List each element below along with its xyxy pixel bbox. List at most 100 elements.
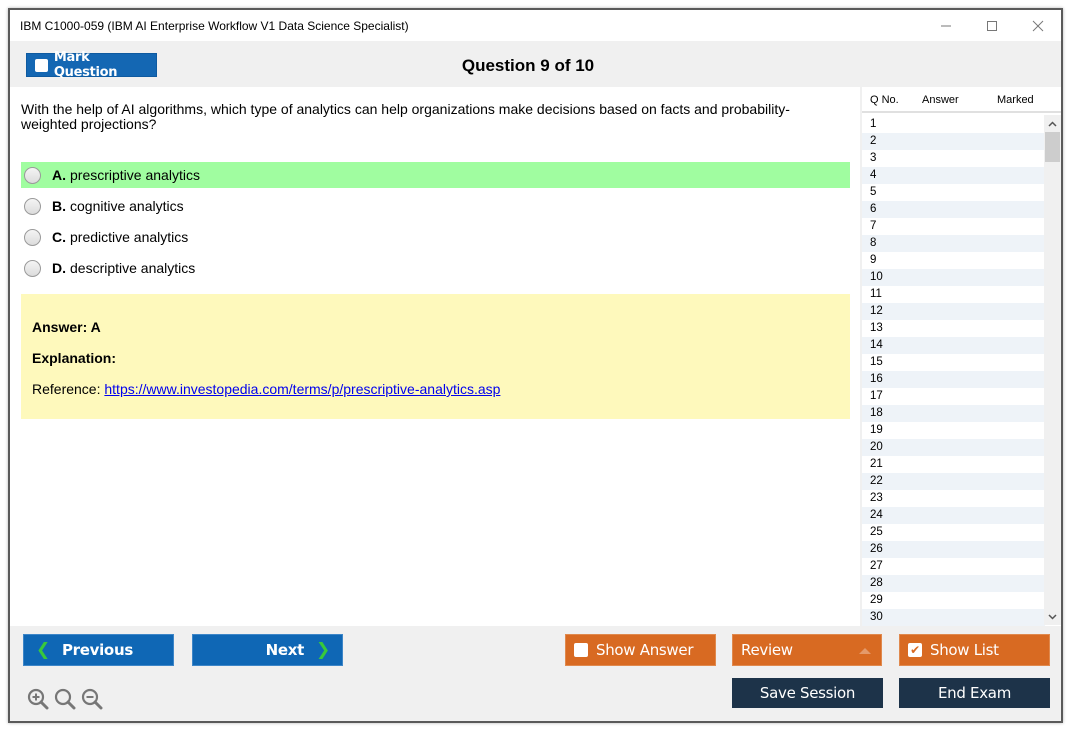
save-session-button[interactable]: Save Session (732, 678, 883, 708)
caret-up-icon (859, 648, 871, 654)
reference-link[interactable]: https://www.investopedia.com/terms/p/pre… (104, 381, 500, 397)
question-number: 2 (870, 135, 877, 147)
question-number: 23 (870, 492, 883, 504)
question-list-row[interactable]: 20 (862, 439, 1045, 456)
zoom-controls (27, 688, 103, 710)
radio-button[interactable] (24, 228, 41, 246)
option-text: cognitive analytics (70, 198, 184, 214)
next-button[interactable]: Next ❯ (192, 634, 343, 666)
question-number: 5 (870, 186, 877, 198)
question-list-scrollbar[interactable] (1044, 115, 1061, 625)
radio-button[interactable] (24, 197, 41, 215)
question-list-row[interactable]: 9 (862, 252, 1045, 269)
question-number: 9 (870, 254, 877, 266)
option-text: predictive analytics (70, 229, 189, 245)
question-number: 7 (870, 220, 877, 232)
show-list-checkbox[interactable]: ✔ (908, 643, 922, 657)
question-list-row[interactable]: 27 (862, 558, 1045, 575)
question-number: 29 (870, 594, 883, 606)
radio-button[interactable] (24, 259, 41, 277)
option-d[interactable]: D. descriptive analytics (21, 255, 850, 281)
question-list-row[interactable]: 16 (862, 371, 1045, 388)
explanation-label: Explanation: (32, 350, 117, 366)
app-window: IBM C1000-059 (IBM AI Enterprise Workflo… (8, 8, 1063, 723)
scroll-thumb[interactable] (1045, 132, 1060, 162)
column-header-marked[interactable]: Marked (997, 94, 1034, 106)
question-list-row[interactable]: 29 (862, 592, 1045, 609)
column-header-qno[interactable]: Q No. (870, 94, 899, 106)
option-a[interactable]: A. prescriptive analytics (21, 162, 850, 188)
zoom-reset-icon[interactable] (54, 688, 76, 710)
question-number: 26 (870, 543, 883, 555)
column-header-answer[interactable]: Answer (922, 94, 959, 106)
scroll-down-icon[interactable] (1044, 608, 1061, 625)
question-list-row[interactable]: 23 (862, 490, 1045, 507)
question-list-row[interactable]: 6 (862, 201, 1045, 218)
minimize-icon (941, 25, 951, 26)
question-list-row[interactable]: 5 (862, 184, 1045, 201)
question-list-row[interactable]: 17 (862, 388, 1045, 405)
show-list-button[interactable]: ✔ Show List (899, 634, 1050, 666)
question-list-row[interactable]: 24 (862, 507, 1045, 524)
maximize-icon (987, 20, 997, 31)
question-number: 3 (870, 152, 877, 164)
question-list-row[interactable]: 15 (862, 354, 1045, 371)
question-list-row[interactable]: 13 (862, 320, 1045, 337)
answer-text: Answer: A (32, 319, 101, 335)
question-list-row[interactable]: 28 (862, 575, 1045, 592)
question-list-row[interactable]: 8 (862, 235, 1045, 252)
question-list-row[interactable]: 22 (862, 473, 1045, 490)
question-panel: With the help of AI algorithms, which ty… (10, 87, 860, 626)
question-list-row[interactable]: 12 (862, 303, 1045, 320)
radio-button[interactable] (24, 166, 41, 184)
option-text: prescriptive analytics (70, 167, 200, 183)
question-list-row[interactable]: 19 (862, 422, 1045, 439)
option-c[interactable]: C. predictive analytics (21, 224, 850, 250)
question-list-row[interactable]: 10 (862, 269, 1045, 286)
close-button[interactable] (1015, 10, 1061, 41)
show-answer-checkbox[interactable] (574, 643, 588, 657)
question-list-row[interactable]: 4 (862, 167, 1045, 184)
question-number: 22 (870, 475, 883, 487)
question-list-header: Q No. Answer Marked (862, 87, 1061, 113)
window-title: IBM C1000-059 (IBM AI Enterprise Workflo… (20, 18, 409, 33)
question-list-row[interactable]: 3 (862, 150, 1045, 167)
question-list-row[interactable]: 18 (862, 405, 1045, 422)
review-dropdown[interactable]: Review (732, 634, 882, 666)
question-number: 15 (870, 356, 883, 368)
end-exam-button[interactable]: End Exam (899, 678, 1050, 708)
question-list-row[interactable]: 7 (862, 218, 1045, 235)
show-answer-button[interactable]: Show Answer (565, 634, 716, 666)
question-number: 10 (870, 271, 883, 283)
question-number: 17 (870, 390, 883, 402)
question-number: 11 (870, 288, 882, 300)
question-text: With the help of AI algorithms, which ty… (21, 101, 790, 132)
question-number: 24 (870, 509, 883, 521)
question-list-row[interactable]: 11 (862, 286, 1045, 303)
scroll-up-icon[interactable] (1044, 115, 1061, 132)
question-number: 14 (870, 339, 883, 351)
question-number: 12 (870, 305, 883, 317)
question-number: 30 (870, 611, 883, 623)
question-list-row[interactable]: 2 (862, 133, 1045, 150)
reference-line: Reference: https://www.investopedia.com/… (32, 381, 500, 397)
previous-button[interactable]: ❮ Previous (23, 634, 174, 666)
zoom-in-icon[interactable] (27, 688, 49, 710)
question-list-row[interactable]: 25 (862, 524, 1045, 541)
question-number: 27 (870, 560, 883, 572)
next-label: Next (265, 641, 305, 659)
option-b[interactable]: B. cognitive analytics (21, 193, 850, 219)
question-list-row[interactable]: 1 (862, 116, 1045, 133)
question-number: 25 (870, 526, 883, 538)
question-list-row[interactable]: 26 (862, 541, 1045, 558)
maximize-button[interactable] (969, 10, 1015, 41)
question-list-row[interactable]: 30 (862, 609, 1045, 626)
question-list-row[interactable]: 14 (862, 337, 1045, 354)
question-number: 4 (870, 169, 877, 181)
question-number: 6 (870, 203, 877, 215)
question-list-row[interactable]: 21 (862, 456, 1045, 473)
zoom-out-icon[interactable] (81, 688, 103, 710)
end-exam-label: End Exam (937, 684, 1012, 702)
question-list-rows: 1 2 3 4 5 6 7 8 9 10 11 12 13 14 15 16 17 18 19 20 21 22 23 24 2… (862, 116, 1045, 626)
minimize-button[interactable] (923, 10, 969, 41)
